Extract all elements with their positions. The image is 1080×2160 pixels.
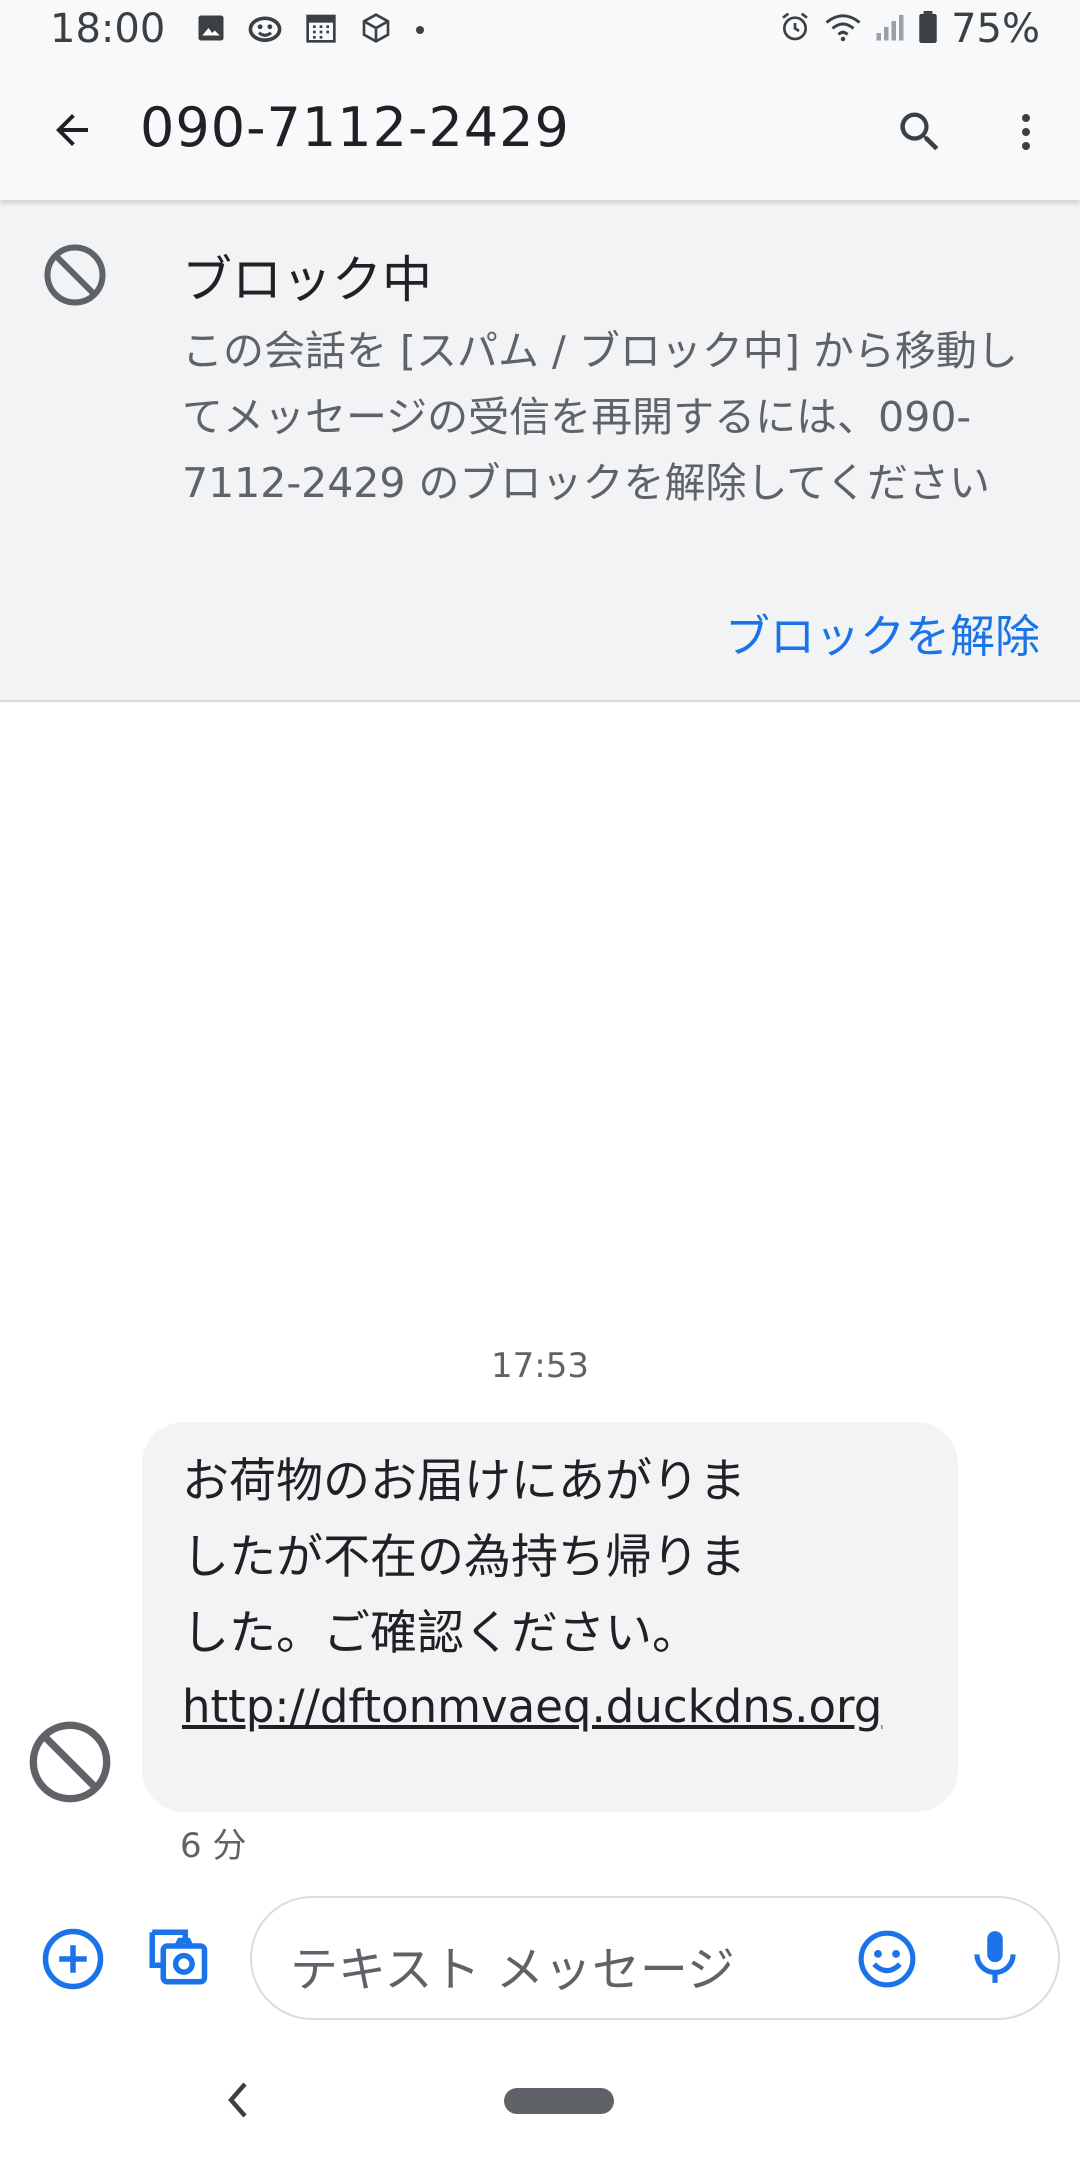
- nav-back-chevron-icon[interactable]: [222, 2080, 252, 2124]
- message-link[interactable]: http://dftonmvaeq.duckdns.org: [182, 1672, 918, 1742]
- message-input[interactable]: テキスト メッセージ: [250, 1896, 1060, 2020]
- emoji-icon: [858, 1930, 916, 1988]
- voice-input-button[interactable]: [964, 1926, 1026, 1992]
- cube-icon: [360, 12, 392, 48]
- message-timestamp: 17:53: [491, 1346, 589, 1386]
- back-button[interactable]: [38, 96, 106, 164]
- message-text: お荷物のお届けにあがりま したが不在の為持ち帰りま した。ご確認ください。: [182, 1454, 746, 1661]
- status-icons-right: 75%: [779, 6, 1040, 52]
- unblock-button[interactable]: ブロックを解除: [725, 600, 1040, 665]
- blocked-avatar-icon: [26, 1718, 114, 1810]
- status-icons-left: [196, 12, 426, 48]
- message-age: 6 分: [180, 1826, 247, 1866]
- wifi-icon: [825, 11, 861, 47]
- conversation-title: 090-7112-2429: [140, 96, 570, 159]
- add-circle-icon: [42, 1928, 104, 1990]
- dot-icon: [414, 21, 426, 40]
- block-icon: [42, 242, 108, 312]
- status-time: 18:00: [50, 6, 166, 52]
- back-arrow-icon: [56, 114, 88, 146]
- blocked-banner: ブロック中 この会話を [スパム / ブロック中] から移動してメッセージの受信…: [0, 200, 1080, 702]
- status-bar: 18:00 75%: [0, 0, 1080, 62]
- message-bubble[interactable]: お荷物のお届けにあがりま したが不在の為持ち帰りま した。ご確認ください。 ht…: [142, 1422, 958, 1812]
- alarm-icon: [779, 11, 811, 47]
- app-notification-icon: [248, 13, 282, 47]
- search-button[interactable]: [884, 96, 956, 168]
- message-input-placeholder: テキスト メッセージ: [290, 1942, 735, 1998]
- emoji-button[interactable]: [856, 1928, 918, 1994]
- image-icon: [196, 13, 226, 47]
- banner-title: ブロック中: [182, 251, 432, 309]
- more-options-button[interactable]: [990, 96, 1062, 168]
- signal-icon: [875, 12, 905, 46]
- calendar-icon: [304, 12, 338, 48]
- battery-percent: 75%: [951, 6, 1040, 52]
- app-bar: 090-7112-2429: [0, 62, 1080, 200]
- nav-home-pill[interactable]: [504, 2088, 614, 2114]
- mic-icon: [974, 1931, 1016, 1983]
- search-icon: [900, 112, 939, 151]
- add-attachment-button[interactable]: [40, 1926, 106, 1996]
- banner-description: この会話を [スパム / ブロック中] から移動してメッセージの受信を再開するに…: [182, 327, 1018, 507]
- more-vert-icon: [1022, 114, 1030, 150]
- gallery-camera-icon: [149, 1929, 208, 1985]
- battery-icon: [919, 11, 937, 47]
- media-gallery-button[interactable]: [144, 1924, 210, 1994]
